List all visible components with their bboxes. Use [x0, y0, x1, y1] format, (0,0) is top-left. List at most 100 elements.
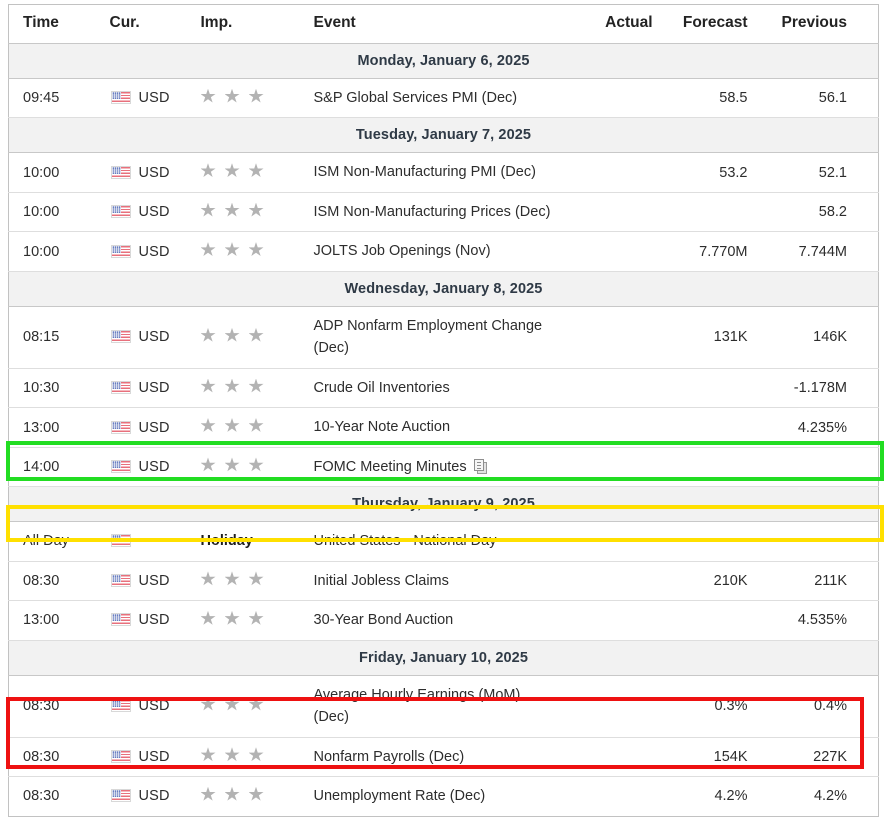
us-flag-icon — [110, 420, 131, 434]
cell-event[interactable]: ADP Nonfarm Employment Change (Dec) — [310, 306, 561, 369]
star-icon — [224, 418, 240, 432]
table-row[interactable]: 10:00 USD ISM Non-Manufacturing Prices (De… — [8, 192, 879, 233]
event-name[interactable]: Initial Jobless Claims — [314, 573, 449, 589]
cell-event[interactable]: FOMC Meeting Minutes — [310, 447, 561, 488]
importance-stars[interactable] — [200, 457, 264, 476]
column-header-event[interactable]: Event — [310, 4, 561, 44]
importance-stars[interactable] — [200, 202, 264, 222]
event-name[interactable]: ISM Non-Manufacturing Prices (Dec) — [314, 204, 551, 220]
cell-forecast — [652, 600, 748, 641]
cell-currency: USD — [105, 737, 201, 778]
cell-event[interactable]: United States - National Day — [310, 521, 561, 562]
cell-importance — [200, 776, 311, 816]
importance-stars[interactable] — [200, 242, 264, 261]
cell-event[interactable]: Nonfarm Payrolls (Dec) — [310, 737, 561, 778]
importance-stars[interactable] — [200, 163, 264, 182]
cell-importance — [200, 737, 311, 778]
currency-code: USD — [138, 788, 170, 805]
cell-forecast: 4.2% — [652, 776, 748, 816]
star-icon — [248, 747, 264, 762]
importance-stars[interactable] — [200, 418, 264, 437]
table-row[interactable]: 08:15 USD ADP Nonfarm Employment Change (D… — [8, 306, 879, 369]
economic-calendar-table: Time Cur. Imp. Event Actual Forecast Pre… — [8, 4, 879, 817]
currency-code: USD — [138, 204, 170, 221]
cell-previous: 4.235% — [747, 407, 879, 448]
table-row[interactable]: 09:45 USD S&P Global Services PMI (Dec) 58.… — [8, 78, 879, 119]
event-name[interactable]: FOMC Meeting Minutes — [314, 459, 467, 475]
cell-event[interactable]: S&P Global Services PMI (Dec) — [310, 78, 561, 119]
cell-event[interactable]: ISM Non-Manufacturing PMI (Dec) — [310, 152, 561, 193]
cell-currency: USD — [105, 561, 201, 602]
us-flag-icon — [110, 244, 131, 258]
cell-event[interactable]: Crude Oil Inventories — [310, 368, 561, 409]
cell-event[interactable]: Unemployment Rate (Dec) — [310, 776, 561, 816]
table-row[interactable]: 10:00 USD ISM Non-Manufacturing PMI (Dec) 5… — [8, 152, 879, 193]
event-name[interactable]: 10-Year Note Auction — [314, 419, 451, 435]
cell-currency: USD — [105, 776, 201, 816]
event-name[interactable]: United States - National Day — [314, 533, 497, 549]
event-name[interactable]: Unemployment Rate (Dec) — [314, 788, 486, 804]
cell-previous: 227K — [747, 737, 879, 778]
event-name[interactable]: Crude Oil Inventories — [314, 380, 450, 396]
currency-code: USD — [138, 380, 170, 397]
table-row[interactable]: 10:30 USD Crude Oil Inventories -1.178M — [8, 368, 879, 409]
cell-event[interactable]: 30-Year Bond Auction — [310, 600, 561, 641]
star-icon — [200, 242, 216, 256]
star-icon — [200, 457, 216, 472]
importance-stars[interactable] — [200, 378, 264, 398]
star-icon — [248, 610, 264, 625]
table-body: Monday, January 6, 2025 09:45 USD S&P Globa… — [8, 43, 879, 816]
star-icon — [224, 88, 240, 103]
document-icon[interactable] — [473, 458, 487, 474]
column-header-importance[interactable]: Imp. — [200, 4, 311, 44]
cell-event[interactable]: ISM Non-Manufacturing Prices (Dec) — [310, 192, 561, 233]
cell-currency: USD — [105, 192, 201, 233]
cell-event[interactable]: 10-Year Note Auction — [310, 407, 561, 448]
cell-importance — [200, 675, 311, 738]
importance-stars[interactable] — [200, 327, 264, 347]
table-row[interactable]: 14:00 USD FOMC Meeting Minutes — [8, 447, 879, 488]
column-header-currency[interactable]: Cur. — [105, 4, 201, 44]
table-row[interactable]: 08:30 USD Unemployment Rate (Dec) 4.2% 4.2% — [8, 776, 879, 816]
cell-previous: 7.744M — [747, 231, 879, 272]
event-name[interactable]: ISM Non-Manufacturing PMI (Dec) — [314, 164, 536, 180]
cell-event[interactable]: JOLTS Job Openings (Nov) — [310, 231, 561, 272]
cell-currency: USD — [105, 600, 201, 641]
table-row[interactable]: 08:30 USD Average Hourly Earnings (MoM) (D… — [8, 675, 879, 738]
table-row[interactable]: 08:30 USD Initial Jobless Claims 210K 211K — [8, 561, 879, 602]
day-header-label: Friday, January 10, 2025 — [8, 639, 879, 676]
importance-stars[interactable] — [200, 786, 264, 806]
holiday-label: Holiday — [200, 533, 253, 550]
day-header-row: Monday, January 6, 2025 — [8, 43, 879, 79]
importance-stars[interactable] — [200, 696, 264, 716]
event-name[interactable]: S&P Global Services PMI (Dec) — [314, 90, 518, 106]
importance-stars[interactable] — [200, 747, 264, 766]
cell-forecast — [652, 192, 748, 233]
cell-event[interactable]: Initial Jobless Claims — [310, 561, 561, 602]
table-row[interactable]: 08:30 USD Nonfarm Payrolls (Dec) 154K 227K — [8, 737, 879, 778]
event-name[interactable]: ADP Nonfarm Employment Change (Dec) — [314, 318, 543, 356]
event-name[interactable]: JOLTS Job Openings (Nov) — [314, 243, 491, 259]
table-row[interactable]: All Day Holiday United States - National D… — [8, 521, 879, 562]
cell-importance — [200, 306, 311, 369]
column-header-actual[interactable]: Actual — [560, 4, 653, 44]
star-icon — [224, 457, 240, 472]
event-name[interactable]: Average Hourly Earnings (MoM) (Dec) — [314, 687, 521, 725]
cell-previous: 56.1 — [747, 78, 879, 119]
column-header-forecast[interactable]: Forecast — [652, 4, 748, 44]
table-row[interactable]: 13:00 USD 10-Year Note Auction 4.235% — [8, 407, 879, 448]
importance-stars[interactable] — [200, 88, 264, 108]
importance-stars[interactable] — [200, 610, 264, 630]
star-icon — [224, 163, 240, 178]
cell-event[interactable]: Average Hourly Earnings (MoM) (Dec) — [310, 675, 561, 738]
cell-importance — [200, 407, 311, 448]
importance-stars[interactable] — [200, 571, 264, 590]
table-row[interactable]: 10:00 USD JOLTS Job Openings (Nov) 7.770M 7.… — [8, 231, 879, 272]
table-row[interactable]: 13:00 USD 30-Year Bond Auction 4.535% — [8, 600, 879, 641]
star-icon — [224, 696, 240, 711]
column-header-time[interactable]: Time — [8, 4, 106, 44]
day-header-label: Thursday, January 9, 2025 — [8, 486, 879, 523]
event-name[interactable]: Nonfarm Payrolls (Dec) — [314, 749, 465, 765]
column-header-previous[interactable]: Previous — [747, 4, 879, 44]
event-name[interactable]: 30-Year Bond Auction — [314, 612, 454, 628]
